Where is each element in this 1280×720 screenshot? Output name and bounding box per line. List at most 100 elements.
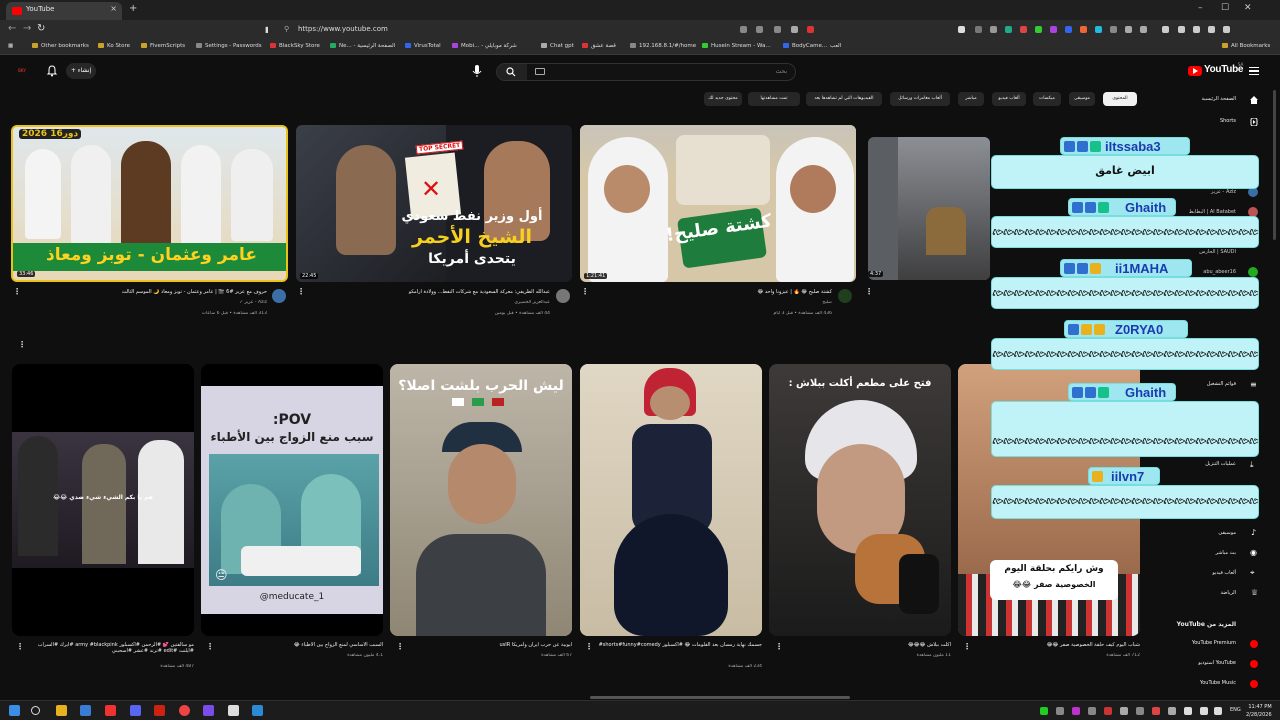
extension-icon[interactable] [1125,26,1132,33]
chip[interactable]: تمت مشاهدتها [748,92,800,106]
taskbar-app-icon[interactable] [252,705,263,716]
chip[interactable]: ميكسات [1033,92,1061,106]
bookmark-item[interactable]: 192.168.8.1/#/home [630,43,696,49]
chip[interactable]: ألعاب فيديو [992,92,1026,106]
playlist-icon[interactable]: ≡ [1250,380,1257,389]
search-box[interactable]: بحث [496,63,796,81]
bookmark-item[interactable]: قصة عشق [582,43,616,49]
shield-icon[interactable] [791,26,798,33]
extension-icon[interactable] [1065,26,1072,33]
taskbar-app-icon[interactable] [203,705,214,716]
video-thumbnail[interactable]: دور16 2026 عامر وعثمان - توبز ومعاذ 33:4… [11,125,288,282]
adblock-icon[interactable] [807,26,814,33]
sidebar-sub[interactable]: Aziz - عزيز [1160,189,1236,195]
chip[interactable]: مباشر [958,92,984,106]
more-options-icon[interactable]: ⋮ [865,287,873,296]
more-options-icon[interactable]: ⋮ [775,642,783,651]
tray-icon[interactable] [1120,707,1128,715]
back-icon[interactable]: ← [8,23,16,34]
sidebar-item-studio[interactable]: YouTube استوديو [1160,660,1236,666]
chip[interactable]: الفيديوهات التي لم تشاهدها بعد [806,92,882,106]
battery-icon[interactable] [1214,707,1222,715]
sidebar-item-premium[interactable]: YouTube Premium [1160,640,1236,646]
search-button[interactable] [497,64,527,80]
settings-gear-icon[interactable] [228,705,239,716]
bookmark-item[interactable]: BodyCame... [783,43,827,49]
site-info-icon[interactable]: ⚲ [284,25,289,33]
more-options-icon[interactable]: ⋮ [581,287,589,296]
extension-icon[interactable] [1020,26,1027,33]
extension-icon[interactable] [975,26,982,33]
sidebar-item-gaming[interactable]: ألعاب فيديو [1160,570,1236,576]
reload-icon[interactable]: ↻ [37,23,45,34]
discord-icon[interactable] [130,705,141,716]
taskbar-app-icon[interactable] [80,705,91,716]
sidebar-item-music-app[interactable]: YouTube Music [1160,680,1236,686]
extension-diamond-icon[interactable] [958,26,965,33]
youtube-premium-icon[interactable] [1250,640,1258,648]
taskbar-app-icon[interactable] [154,705,165,716]
short-title[interactable]: مو سالفتين 💕 #الرحمن #اكسبلور army #blac… [22,642,194,656]
bookmark-item[interactable]: Settings - Passwords [196,43,262,49]
translate-icon[interactable] [740,26,747,33]
browser-tab-youtube[interactable]: YouTube × [6,2,122,20]
profile-icon[interactable] [1208,26,1215,33]
sidebar-item-shorts[interactable]: Shorts [1180,118,1236,124]
video-thumbnail[interactable]: TOP SECRET ✕ أول وزير نفط سعودي الشيخ ال… [296,125,572,282]
sidepanel-icon[interactable] [1193,26,1200,33]
menu-icon[interactable] [1223,26,1230,33]
short-thumbnail[interactable]: فتح على مطعم أكلت ببلاش : [769,364,951,636]
channel-name[interactable]: Aziz - عزيز ✓ [22,300,267,305]
home-icon[interactable] [1250,96,1258,104]
start-icon[interactable] [9,705,20,716]
video-title[interactable]: كشتة صليح 😂 🔥 | عيزونا واحد 😂 [590,289,833,295]
bookmark-item[interactable]: FivemScripts [141,43,185,49]
bookmark-item[interactable]: Other bookmarks [32,43,89,49]
volume-icon[interactable] [1200,707,1208,715]
tray-icon[interactable] [1152,707,1160,715]
youtube-music-icon[interactable] [1250,680,1258,688]
shorts-icon[interactable] [1250,118,1258,126]
chip-all[interactable]: المحتوى [1103,92,1137,106]
language-indicator[interactable]: ENG [1230,707,1241,713]
avatar[interactable]: BKY [16,66,28,76]
extension-icon[interactable] [1035,26,1042,33]
bookmark-item[interactable]: Ne... - الصفحة الرئيسية [330,43,395,49]
short-title[interactable]: شباب اليوم كيف حلقة الخصوصية صفر 😂😂 [968,642,1140,648]
short-title[interactable]: السبب الأساسي لمنع الزواج بين الأطباء 😂 [211,642,383,648]
close-window-button[interactable]: ✕ [1244,3,1252,13]
short-thumbnail[interactable] [580,364,762,636]
sidebar-item-downloads[interactable]: عمليات التنزيل [1160,461,1236,467]
channel-name[interactable]: صليح [590,300,832,305]
taskbar-app-icon[interactable] [105,705,116,716]
sidebar-item-live[interactable]: بث مباشر [1160,550,1236,556]
video-thumbnail[interactable]: كشتة صليح! 1:21:41 [580,125,856,282]
sidebar-item-sports[interactable]: الرياضة [1160,590,1236,596]
short-thumbnail[interactable]: POV: سبب منع الزواج بين الأطباء 😐 @meduc… [201,364,383,636]
video-title[interactable]: عبدالله الظريفي: معركة السعودية مع شركات… [306,289,550,295]
more-options-icon[interactable]: ⋮ [206,642,214,651]
music-note-icon[interactable]: ♪ [1251,528,1256,537]
youtube-studio-icon[interactable] [1250,660,1258,668]
search-icon[interactable] [31,706,40,715]
new-tab-button[interactable]: + [129,3,137,14]
url-text[interactable]: https://www.youtube.com [298,25,388,33]
vertical-scrollbar[interactable] [1273,90,1276,240]
extension-icon[interactable] [1050,26,1057,33]
chip[interactable]: محتوى جديد لك [704,92,742,106]
sidebar-item-home[interactable]: الصفحة الرئيسية [1160,96,1237,102]
notifications-bell-icon[interactable] [46,65,58,77]
horizontal-scrollbar[interactable] [590,696,850,699]
short-title[interactable]: أكلت ببلاش 😂😂😂 [779,642,951,648]
all-bookmarks[interactable]: All Bookmarks [1222,43,1270,49]
chip[interactable]: موسيقى [1069,92,1095,106]
maximize-button[interactable]: ☐ [1221,3,1229,13]
bookmark-item[interactable]: العب [830,43,841,49]
shorts-more-icon[interactable]: ⋮ [18,340,26,349]
extension-icon[interactable] [990,26,997,33]
more-options-icon[interactable]: ⋮ [585,642,593,651]
chip[interactable]: ألعاب مغامرات ورسائل [890,92,950,106]
guide-menu-icon[interactable] [1249,67,1259,75]
short-thumbnail[interactable]: هم يا بكم الشيء شيء ضدي 😂😂 [12,364,194,636]
tab-close-icon[interactable]: × [110,4,117,13]
